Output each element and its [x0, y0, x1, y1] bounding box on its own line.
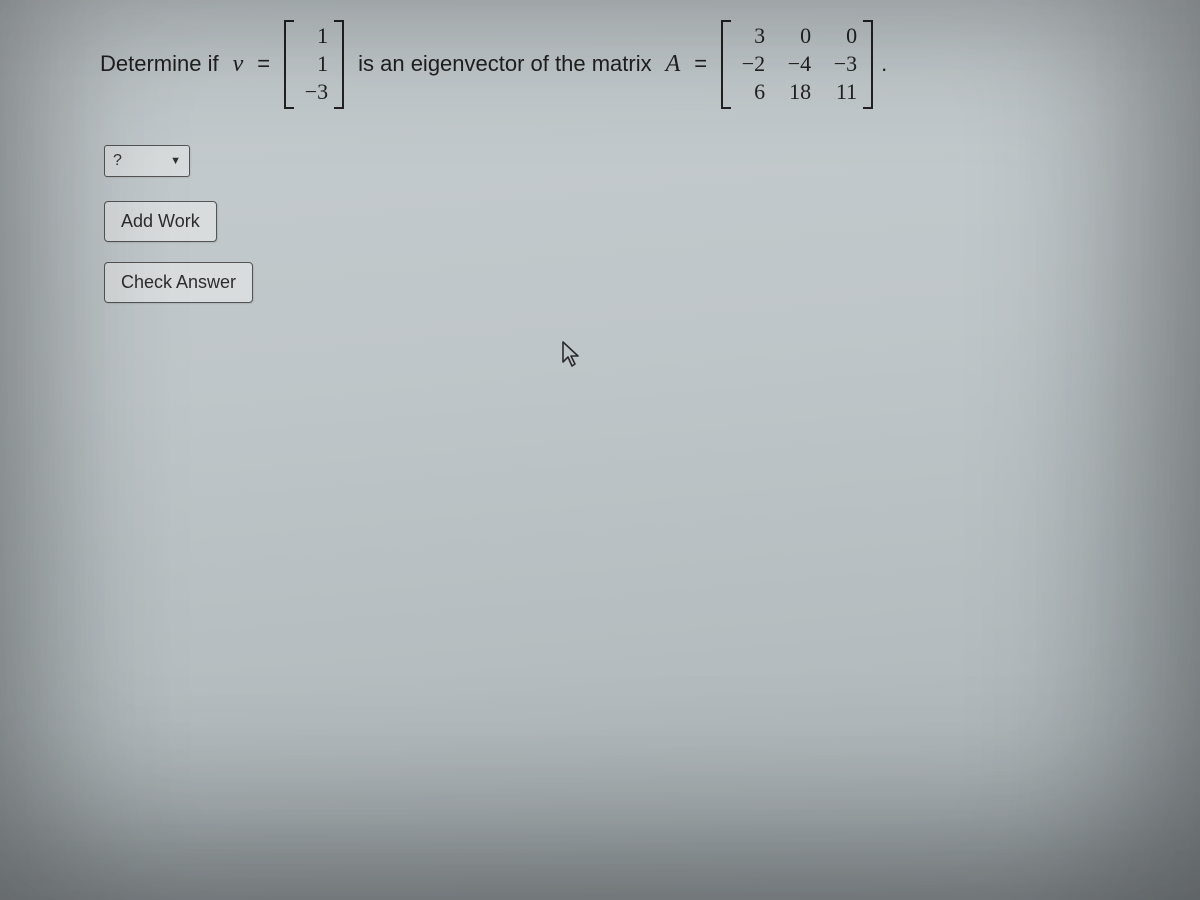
- A-entry: 3: [737, 24, 765, 48]
- chevron-down-icon: ▼: [170, 155, 181, 167]
- v-entry: 1: [300, 24, 328, 48]
- A-entry: 18: [783, 80, 811, 104]
- text-prefix: Determine if: [100, 51, 219, 77]
- vector-v: 1 1 −3: [284, 20, 344, 109]
- problem-statement: Determine if v = 1 1 −3 is an eigenvecto…: [100, 20, 1160, 109]
- matrix-A: 3 0 0 −2 −4 −3 6 18 11: [721, 20, 873, 109]
- answer-select[interactable]: ? ▼: [104, 145, 190, 177]
- eq-1: =: [257, 51, 270, 77]
- A-entry: 0: [829, 24, 857, 48]
- text-middle: is an eigenvector of the matrix: [358, 51, 651, 77]
- var-A: A: [666, 51, 681, 78]
- eq-2: =: [694, 51, 707, 77]
- A-entry: −3: [829, 52, 857, 76]
- A-entry: 6: [737, 80, 765, 104]
- period: .: [881, 51, 887, 77]
- v-entry: 1: [300, 52, 328, 76]
- A-entry: 11: [829, 80, 857, 104]
- check-answer-button[interactable]: Check Answer: [104, 262, 253, 303]
- v-entry: −3: [300, 80, 328, 104]
- A-entry: 0: [783, 24, 811, 48]
- cursor-icon: [560, 340, 582, 368]
- answer-placeholder: ?: [113, 152, 122, 170]
- add-work-button[interactable]: Add Work: [104, 201, 217, 242]
- A-entry: −2: [737, 52, 765, 76]
- var-v: v: [233, 51, 244, 78]
- A-entry: −4: [783, 52, 811, 76]
